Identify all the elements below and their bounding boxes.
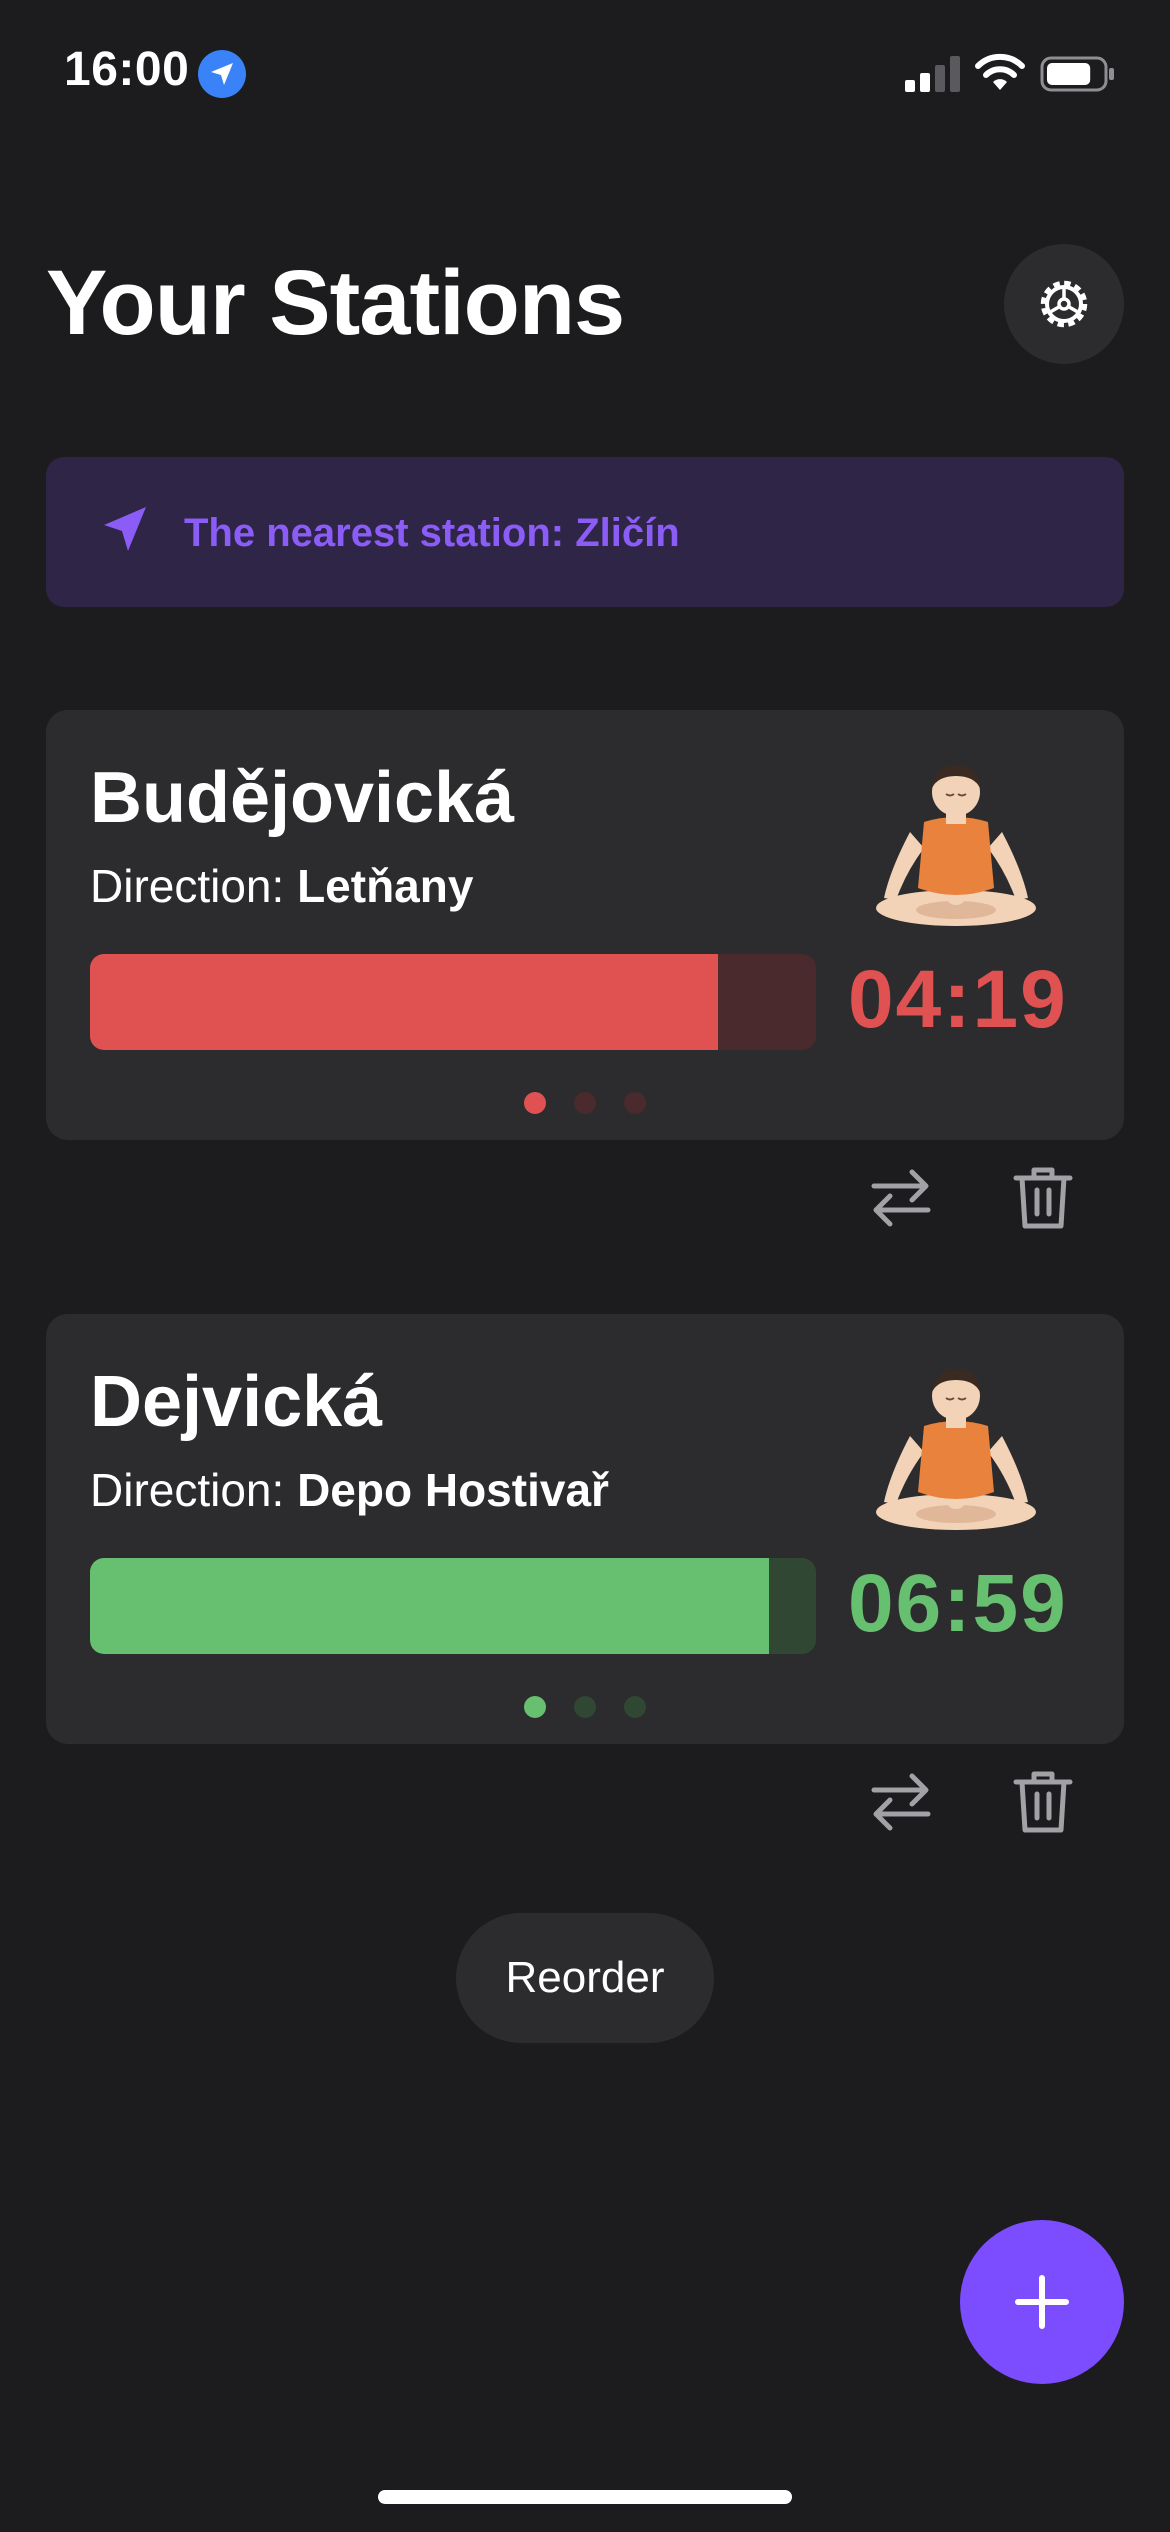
page-dot[interactable] — [574, 1092, 596, 1114]
countdown-progress-fill — [90, 954, 718, 1050]
gear-icon — [1040, 280, 1088, 328]
plus-icon — [1015, 2275, 1069, 2329]
page-title: Your Stations — [46, 252, 625, 354]
page-indicator[interactable] — [46, 1696, 1124, 1718]
nearest-station-banner[interactable]: The nearest station: Zličín — [46, 457, 1124, 607]
navigation-arrow-icon — [104, 507, 146, 551]
countdown-time: 04:19 — [848, 954, 1068, 1045]
direction-value: Depo Hostivař — [297, 1464, 609, 1516]
location-services-icon — [198, 50, 246, 98]
add-station-button[interactable] — [960, 2220, 1124, 2384]
countdown-progress-bar — [90, 954, 816, 1050]
station-name: Budějovická — [90, 758, 515, 838]
reorder-button[interactable]: Reorder — [456, 1913, 714, 2043]
page-indicator[interactable] — [46, 1092, 1124, 1114]
trash-icon[interactable] — [1008, 1162, 1078, 1232]
page-dot[interactable] — [574, 1696, 596, 1718]
status-time: 16:00 — [64, 43, 190, 96]
countdown-progress-fill — [90, 1558, 769, 1654]
direction-label: Direction: — [90, 860, 285, 912]
trash-icon[interactable] — [1008, 1766, 1078, 1836]
station-name: Dejvická — [90, 1362, 383, 1442]
direction-label: Direction: — [90, 1464, 285, 1516]
cellular-signal-icon — [905, 56, 960, 92]
station-card[interactable]: Budějovická Direction: Letňany 04:19 — [46, 710, 1124, 1140]
person-in-lotus-position-emoji — [876, 765, 1036, 926]
wifi-icon — [975, 53, 1025, 90]
screen: 16:00 Your Stations The nearest station:… — [0, 0, 1170, 2532]
page-dot[interactable] — [524, 1092, 546, 1114]
direction-value: Letňany — [297, 860, 474, 912]
page-dot[interactable] — [524, 1696, 546, 1718]
station-direction: Direction: Letňany — [90, 856, 473, 916]
swap-direction-icon[interactable] — [866, 1162, 936, 1232]
countdown-time: 06:59 — [848, 1558, 1068, 1649]
person-in-lotus-position-emoji — [876, 1369, 1036, 1530]
swap-direction-icon[interactable] — [866, 1766, 936, 1836]
page-dot[interactable] — [624, 1092, 646, 1114]
nearest-station-text: The nearest station: Zličín — [184, 511, 680, 555]
settings-button[interactable] — [1004, 244, 1124, 364]
battery-icon — [1040, 56, 1114, 92]
page-dot[interactable] — [624, 1696, 646, 1718]
home-indicator[interactable] — [378, 2490, 792, 2504]
countdown-progress-bar — [90, 1558, 816, 1654]
status-bar: 16:00 — [0, 0, 1170, 150]
station-direction: Direction: Depo Hostivař — [90, 1460, 609, 1520]
station-card[interactable]: Dejvická Direction: Depo Hostivař 06:59 — [46, 1314, 1124, 1744]
